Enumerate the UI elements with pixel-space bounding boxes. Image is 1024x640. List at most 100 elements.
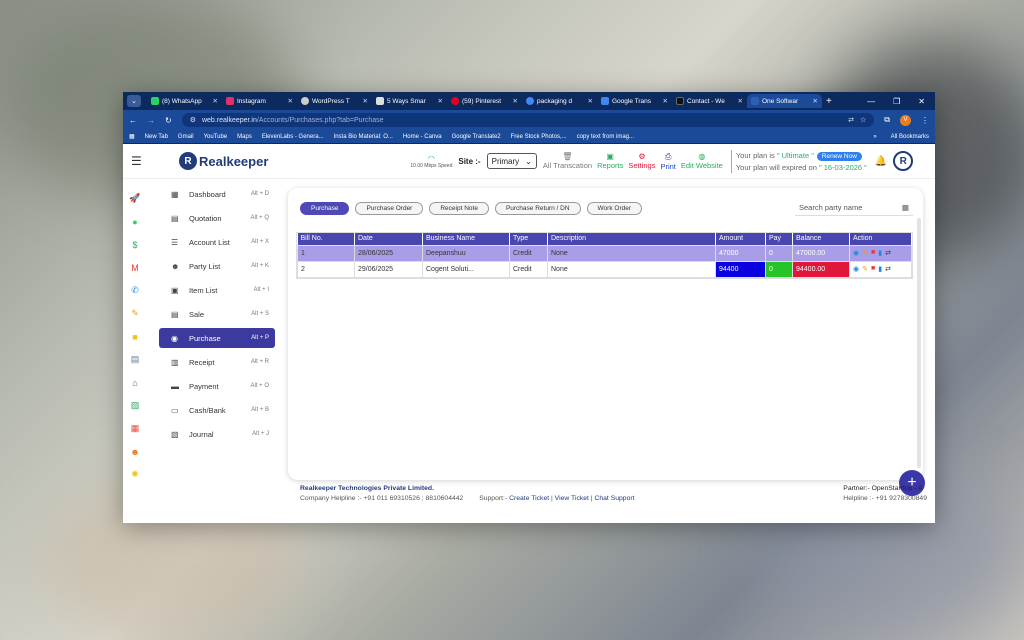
bell-icon[interactable]: 🔔 — [875, 156, 887, 167]
bookmark-item[interactable]: Free Stock Photos,... — [511, 134, 567, 140]
convert-icon[interactable]: ⇄ — [885, 249, 891, 257]
search-input[interactable]: Search party name ▦ — [795, 200, 913, 216]
close-icon[interactable]: ✕ — [363, 97, 368, 105]
sidebar-item-sale[interactable]: ▤ Sale Alt + S — [159, 304, 275, 324]
sidebar-item-receipt[interactable]: ▥ Receipt Alt + R — [159, 352, 275, 372]
close-icon[interactable]: ✕ — [663, 97, 668, 105]
browser-tab[interactable]: 5 Ways Smar ✕ — [372, 94, 447, 108]
edit-website-button[interactable]: ◍ Edit Website — [681, 152, 723, 171]
edit-icon[interactable]: ✎ — [862, 249, 868, 257]
all-bookmarks-folder[interactable]: All Bookmarks — [891, 134, 929, 140]
bookmark-item[interactable]: copy text from imag... — [577, 134, 634, 140]
print-icon[interactable]: ▮ — [878, 249, 882, 257]
convert-icon[interactable]: ⇄ — [885, 265, 891, 273]
delete-icon[interactable]: ■ — [871, 265, 875, 273]
scrollbar[interactable] — [917, 218, 921, 468]
phone-icon[interactable]: ✆ — [130, 284, 141, 297]
menu-kebab-icon[interactable]: ⋮ — [921, 116, 929, 125]
close-icon[interactable]: ✕ — [438, 97, 443, 105]
bookmark-star-icon[interactable]: ☆ — [860, 116, 866, 124]
tab-search-button[interactable]: ⌄ — [127, 95, 141, 107]
sidebar-item-account-list[interactable]: ☰ Account List Alt + X — [159, 232, 275, 252]
chat-support-link[interactable]: Chat Support — [594, 495, 634, 502]
close-icon[interactable]: ✕ — [513, 97, 518, 105]
profile-avatar[interactable]: V — [900, 114, 911, 126]
sidebar-item-payment[interactable]: ▬ Payment Alt + O — [159, 376, 275, 396]
bulb-icon[interactable]: ✺ — [130, 468, 141, 481]
gmail-icon[interactable]: M — [130, 261, 141, 274]
sidebar-item-purchase[interactable]: ◉ Purchase Alt + P — [159, 328, 275, 348]
apps-grid-icon[interactable]: ▦ — [129, 133, 135, 140]
tab-receipt-note[interactable]: Receipt Note — [429, 202, 489, 215]
note-icon[interactable]: ■ — [130, 330, 141, 343]
sidebar-item-party-list[interactable]: ☻ Party List Alt + K — [159, 256, 275, 276]
all-transaction-button[interactable]: 🗑 All Transcation — [543, 152, 592, 171]
clipboard-icon[interactable]: ✎ — [130, 307, 141, 320]
bookmark-item[interactable]: Home - Canva — [403, 134, 442, 140]
close-icon[interactable]: ✕ — [588, 97, 593, 105]
hamburger-menu-icon[interactable]: ☰ — [131, 154, 157, 168]
restore-icon[interactable]: ❐ — [893, 97, 900, 106]
url-field[interactable]: ⚙ web.realkeeper.in/Accounts/Purchases.p… — [181, 113, 875, 127]
dollar-icon[interactable]: $ — [130, 238, 141, 251]
close-icon[interactable]: ✕ — [738, 97, 743, 105]
tab-work-order[interactable]: Work Order — [586, 202, 642, 215]
browser-tab-active[interactable]: One Softwar ✕ — [747, 94, 822, 108]
print-icon[interactable]: ▮ — [878, 265, 882, 273]
renew-now-button[interactable]: Renew Now — [816, 151, 862, 161]
bookmark-item[interactable]: Google Translate2 — [452, 134, 501, 140]
minimize-icon[interactable]: — — [867, 97, 875, 106]
browser-tab[interactable]: (8) WhatsApp ✕ — [147, 94, 222, 108]
view-icon[interactable]: ◉ — [853, 249, 859, 257]
bookmark-item[interactable]: ElevenLabs - Genera... — [262, 134, 324, 140]
reports-button[interactable]: ▣ Reports — [597, 152, 623, 171]
delete-icon[interactable]: ■ — [871, 249, 875, 257]
close-icon[interactable]: ✕ — [813, 97, 818, 105]
view-ticket-link[interactable]: View Ticket — [555, 495, 589, 502]
close-icon[interactable]: ✕ — [288, 97, 293, 105]
back-icon[interactable]: ← — [129, 116, 137, 125]
bookmark-item[interactable]: Maps — [237, 134, 252, 140]
whatsapp-icon[interactable]: ● — [130, 215, 141, 228]
extensions-icon[interactable]: ⧉ — [884, 115, 890, 125]
bookmark-item[interactable]: YouTube — [204, 134, 228, 140]
forward-icon[interactable]: → — [147, 116, 155, 125]
sidebar-item-cash-bank[interactable]: ▭ Cash/Bank Alt + B — [159, 400, 275, 420]
browser-tab[interactable]: packaging d ✕ — [522, 94, 597, 108]
browser-tab[interactable]: Google Trans ✕ — [597, 94, 672, 108]
edit-icon[interactable]: ✎ — [862, 265, 868, 273]
browser-tab[interactable]: (59) Pinterest ✕ — [447, 94, 522, 108]
print-button[interactable]: ⎙ Print — [660, 152, 675, 171]
close-icon[interactable]: ✕ — [213, 97, 218, 105]
calendar-icon[interactable]: ▦ — [130, 422, 141, 435]
browser-tab[interactable]: Contact - We ✕ — [672, 94, 747, 108]
create-ticket-link[interactable]: Create Ticket — [509, 495, 549, 502]
new-tab-button[interactable]: + — [826, 96, 832, 107]
tab-purchase[interactable]: Purchase — [300, 202, 350, 215]
table-row[interactable]: 2 29/06/2025 Cogent Soluti... Credit Non… — [297, 260, 912, 278]
more-bookmarks-icon[interactable]: » — [873, 134, 876, 140]
bookmark-item[interactable]: Insta Bio Material: O... — [334, 134, 393, 140]
site-select[interactable]: Primary ⌄ — [486, 153, 537, 169]
bookmark-item[interactable]: Gmail — [178, 134, 194, 140]
calendar-icon[interactable]: ▦ — [902, 203, 909, 212]
sidebar-item-quotation[interactable]: ▤ Quotation Alt + Q — [159, 208, 275, 228]
team-icon[interactable]: ☻ — [130, 445, 141, 458]
rocket-icon[interactable]: 🚀 — [129, 192, 140, 205]
tab-purchase-order[interactable]: Purchase Order — [355, 202, 424, 215]
sidebar-item-item-list[interactable]: ▣ Item List Alt + I — [159, 280, 275, 300]
translate-icon[interactable]: ⇄ — [848, 116, 854, 124]
chart-icon[interactable]: ▨ — [130, 399, 141, 412]
browser-tab[interactable]: Instagram ✕ — [222, 94, 297, 108]
bookmark-item[interactable]: New Tab — [145, 134, 168, 140]
browser-tab[interactable]: WordPress T ✕ — [297, 94, 372, 108]
calculator-icon[interactable]: ▤ — [130, 353, 141, 366]
reload-icon[interactable]: ↻ — [165, 116, 172, 125]
tab-purchase-return[interactable]: Purchase Return / DN — [494, 202, 581, 215]
view-icon[interactable]: ◉ — [853, 265, 859, 273]
brand-logo[interactable]: R Realkeeper — [179, 152, 268, 170]
table-row[interactable]: 1 28/06/2025 Deepanshuu Credit None 4700… — [297, 244, 912, 262]
site-info-icon[interactable]: ⚙ — [190, 116, 196, 124]
profile-avatar[interactable]: R — [893, 151, 914, 171]
bank-icon[interactable]: ⌂ — [130, 376, 141, 389]
